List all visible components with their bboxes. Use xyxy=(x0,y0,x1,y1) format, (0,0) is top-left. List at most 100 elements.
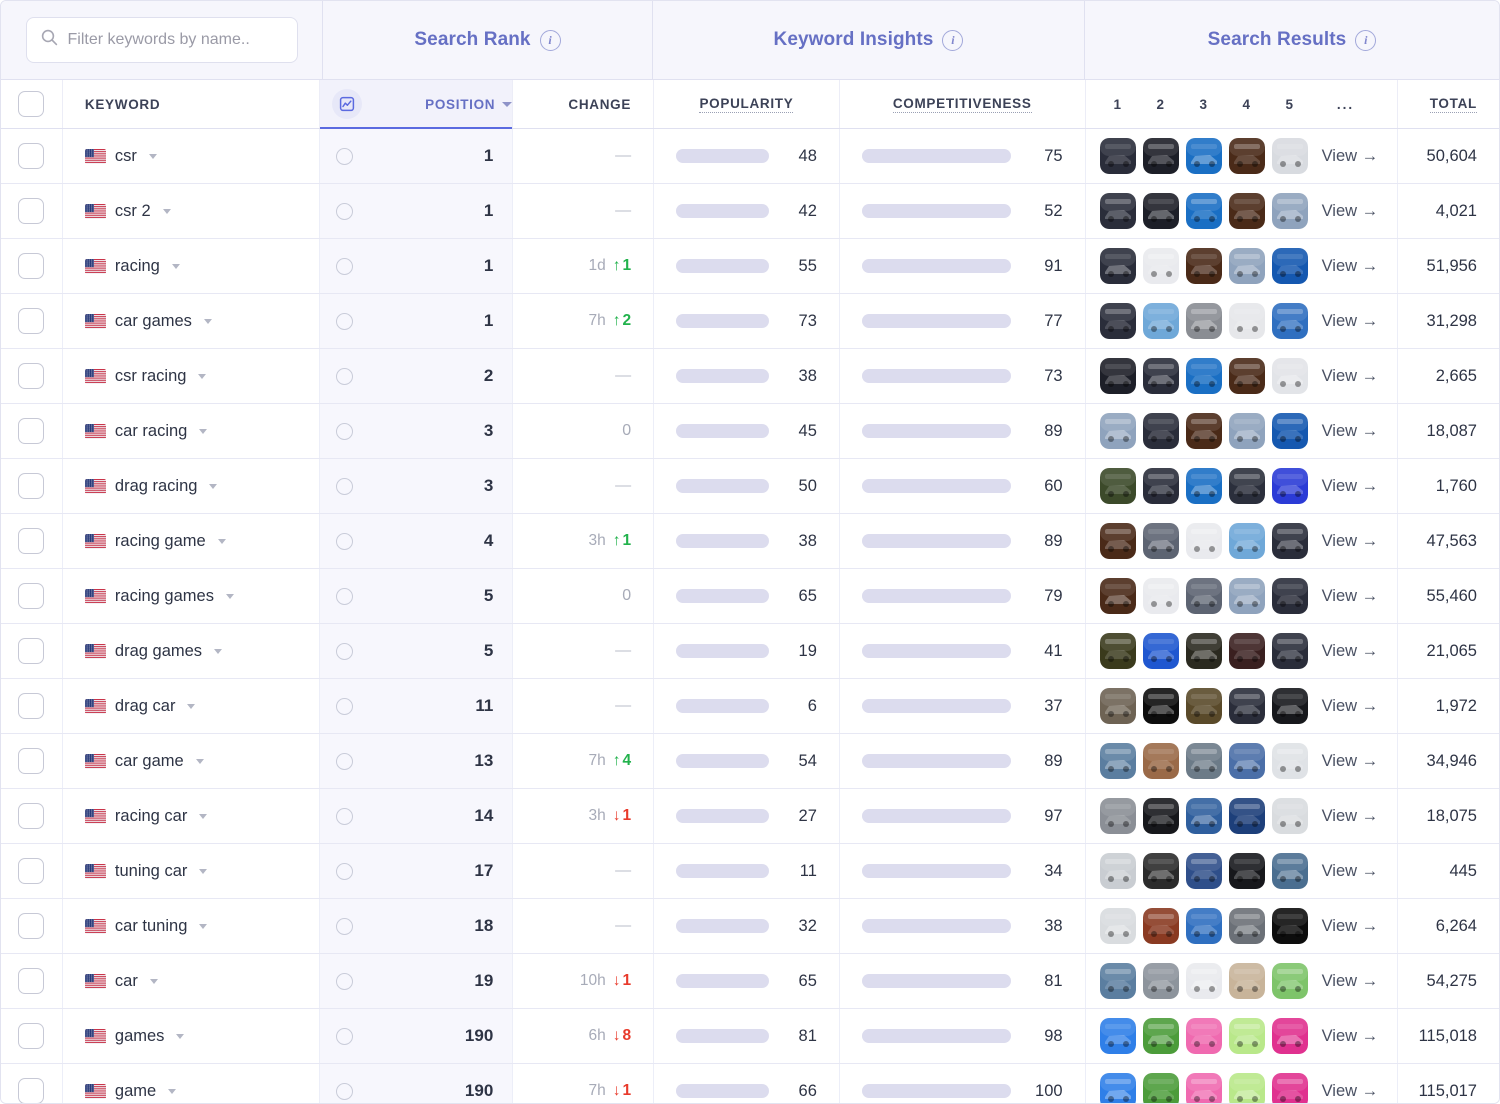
app-icon[interactable] xyxy=(1099,303,1136,339)
row-checkbox[interactable] xyxy=(1,349,63,403)
app-icon[interactable] xyxy=(1228,193,1265,229)
app-icon[interactable] xyxy=(1271,193,1308,229)
view-link[interactable]: View → xyxy=(1322,257,1379,276)
chevron-down-icon[interactable] xyxy=(209,483,218,489)
info-icon[interactable]: i xyxy=(942,29,964,51)
table-row[interactable]: games 190 6h ↓ 8 81 98 View → 115,018 xyxy=(1,1009,1499,1064)
cell-keyword[interactable]: tuning car xyxy=(63,844,320,898)
table-row[interactable]: tuning car 17 — 11 34 View → 445 xyxy=(1,844,1499,899)
cell-keyword[interactable]: racing xyxy=(63,239,320,293)
chevron-down-icon[interactable] xyxy=(195,758,204,764)
app-icon[interactable] xyxy=(1099,523,1136,559)
app-icon[interactable] xyxy=(1271,248,1308,284)
table-row[interactable]: car 19 10h ↓ 1 65 81 View → 54,275 xyxy=(1,954,1499,1009)
table-row[interactable]: drag car 11 — 6 37 View → 1,972 xyxy=(1,679,1499,734)
app-icon[interactable] xyxy=(1142,633,1179,669)
column-competitiveness[interactable]: COMPETITIVENESS xyxy=(840,80,1086,128)
app-icon[interactable] xyxy=(1185,138,1222,174)
app-icon[interactable] xyxy=(1185,468,1222,504)
chevron-down-icon[interactable] xyxy=(162,208,171,214)
cell-position[interactable]: 3 xyxy=(319,459,514,513)
cell-position[interactable]: 11 xyxy=(319,679,514,733)
cell-position[interactable]: 1 xyxy=(319,239,514,293)
table-row[interactable]: car game 13 7h ↑ 4 54 89 View → 34,946 xyxy=(1,734,1499,789)
chevron-down-icon[interactable] xyxy=(148,153,157,159)
cell-position[interactable]: 190 xyxy=(319,1064,514,1103)
app-icon[interactable] xyxy=(1185,688,1222,724)
cell-position[interactable]: 13 xyxy=(319,734,514,788)
view-link[interactable]: View → xyxy=(1322,147,1379,166)
cell-position[interactable]: 1 xyxy=(319,184,514,238)
row-checkbox[interactable] xyxy=(1,1064,63,1103)
app-icon[interactable] xyxy=(1271,633,1308,669)
app-icon[interactable] xyxy=(1228,523,1265,559)
app-icon[interactable] xyxy=(1099,1018,1136,1054)
row-checkbox[interactable] xyxy=(1,954,63,1008)
app-icon[interactable] xyxy=(1142,413,1179,449)
table-row[interactable]: car games 1 7h ↑ 2 73 77 View → 31,298 xyxy=(1,294,1499,349)
search-input[interactable]: Filter keywords by name.. xyxy=(25,17,298,63)
table-row[interactable]: drag racing 3 — 50 60 View → 1,760 xyxy=(1,459,1499,514)
table-row[interactable]: racing games 5 0 65 79 View → 55,460 xyxy=(1,569,1499,624)
app-icon[interactable] xyxy=(1185,413,1222,449)
cell-keyword[interactable]: racing game xyxy=(63,514,320,568)
table-row[interactable]: drag games 5 — 19 41 View → 21,065 xyxy=(1,624,1499,679)
chevron-down-icon[interactable] xyxy=(199,813,208,819)
cell-keyword[interactable]: car game xyxy=(63,734,320,788)
cell-position[interactable]: 17 xyxy=(319,844,514,898)
app-icon[interactable] xyxy=(1099,1073,1136,1103)
row-checkbox[interactable] xyxy=(1,404,63,458)
app-icon[interactable] xyxy=(1099,798,1136,834)
line-chart-icon[interactable] xyxy=(331,89,362,119)
table-row[interactable]: csr 2 1 — 42 52 View → 4,021 xyxy=(1,184,1499,239)
view-link[interactable]: View → xyxy=(1322,807,1379,826)
cell-keyword[interactable]: racing car xyxy=(63,789,320,843)
rank-chart-toggle-icon[interactable] xyxy=(335,807,353,825)
app-icon[interactable] xyxy=(1142,743,1179,779)
app-icon[interactable] xyxy=(1185,523,1222,559)
chevron-down-icon[interactable] xyxy=(502,101,513,107)
row-checkbox[interactable] xyxy=(1,514,63,568)
table-row[interactable]: game 190 7h ↓ 1 66 100 View → 115,017 xyxy=(1,1064,1499,1103)
cell-keyword[interactable]: car tuning xyxy=(63,899,320,953)
app-icon[interactable] xyxy=(1185,193,1222,229)
app-icon[interactable] xyxy=(1099,578,1136,614)
view-link[interactable]: View → xyxy=(1322,862,1379,881)
cell-keyword[interactable]: games xyxy=(63,1009,320,1063)
table-row[interactable]: car racing 3 0 45 89 View → 18,087 xyxy=(1,404,1499,459)
row-checkbox[interactable] xyxy=(1,1009,63,1063)
cell-keyword[interactable]: drag racing xyxy=(63,459,320,513)
app-icon[interactable] xyxy=(1228,413,1265,449)
app-icon[interactable] xyxy=(1099,633,1136,669)
app-icon[interactable] xyxy=(1185,248,1222,284)
app-icon[interactable] xyxy=(1228,138,1265,174)
cell-keyword[interactable]: csr 2 xyxy=(63,184,320,238)
row-checkbox[interactable] xyxy=(1,569,63,623)
column-keyword[interactable]: KEYWORD xyxy=(63,80,320,128)
cell-position[interactable]: 3 xyxy=(319,404,514,458)
app-icon[interactable] xyxy=(1099,963,1136,999)
table-row[interactable]: racing game 4 3h ↑ 1 38 89 View → 47,563 xyxy=(1,514,1499,569)
app-icon[interactable] xyxy=(1185,303,1222,339)
cell-position[interactable]: 5 xyxy=(319,624,514,678)
app-icon[interactable] xyxy=(1228,358,1265,394)
app-icon[interactable] xyxy=(1142,303,1179,339)
app-icon[interactable] xyxy=(1142,358,1179,394)
rank-chart-toggle-icon[interactable] xyxy=(335,752,353,770)
app-icon[interactable] xyxy=(1099,853,1136,889)
rank-chart-toggle-icon[interactable] xyxy=(335,917,353,935)
app-icon[interactable] xyxy=(1228,303,1265,339)
rank-chart-toggle-icon[interactable] xyxy=(335,1027,353,1045)
chevron-down-icon[interactable] xyxy=(214,648,223,654)
rank-chart-toggle-icon[interactable] xyxy=(335,532,353,550)
app-icon[interactable] xyxy=(1228,1018,1265,1054)
app-icon[interactable] xyxy=(1271,358,1308,394)
cell-keyword[interactable]: csr racing xyxy=(63,349,320,403)
chevron-down-icon[interactable] xyxy=(199,428,208,434)
app-icon[interactable] xyxy=(1228,743,1265,779)
row-checkbox[interactable] xyxy=(1,129,63,183)
table-row[interactable]: csr racing 2 — 38 73 View → 2,665 xyxy=(1,349,1499,404)
app-icon[interactable] xyxy=(1271,523,1308,559)
rank-chart-toggle-icon[interactable] xyxy=(335,367,353,385)
app-icon[interactable] xyxy=(1271,138,1308,174)
